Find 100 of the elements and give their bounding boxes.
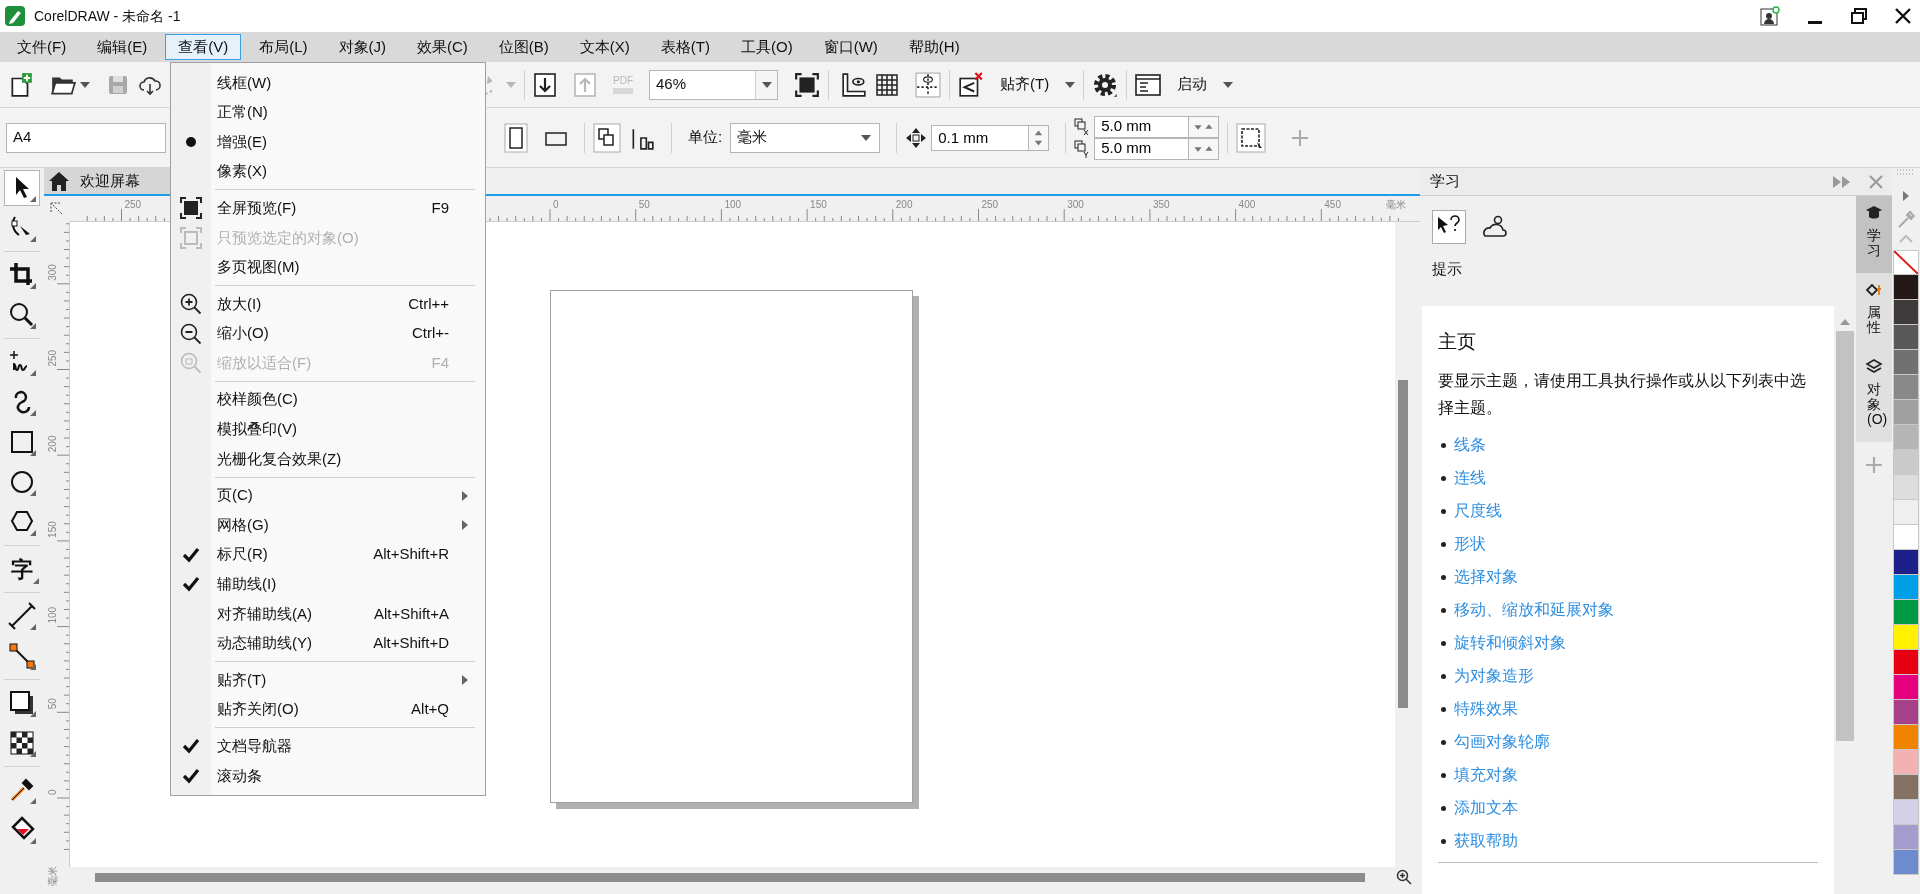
help-topic-link[interactable]: 填充对象: [1454, 763, 1518, 787]
menu-item[interactable]: 多页视图(M): [171, 252, 485, 283]
help-topic-link[interactable]: 添加文本: [1454, 796, 1518, 820]
grid-icon[interactable]: [875, 72, 899, 97]
color-swatch[interactable]: [1893, 775, 1919, 800]
rulers-icon[interactable]: [841, 71, 867, 98]
all-pages-icon[interactable]: [593, 122, 621, 153]
menu-item[interactable]: 滚动条: [171, 761, 485, 791]
color-swatch[interactable]: [1893, 650, 1919, 675]
color-swatch[interactable]: [1893, 500, 1919, 525]
help-topic-link[interactable]: 勾画对象轮廓: [1454, 730, 1550, 754]
color-swatch[interactable]: [1893, 725, 1919, 750]
user-account-icon[interactable]: [1760, 6, 1780, 26]
color-swatch[interactable]: [1893, 475, 1919, 500]
treat-as-filled-icon[interactable]: [1236, 122, 1267, 153]
connector-tool-icon[interactable]: [6, 640, 38, 672]
duplicate-x-field[interactable]: 5.0 mm: [1094, 115, 1190, 138]
help-topic-link[interactable]: 特殊效果: [1454, 697, 1518, 721]
color-swatch[interactable]: [1893, 525, 1919, 550]
menu-item[interactable]: 光栅化复合效果(Z): [171, 444, 485, 474]
menu-item[interactable]: 校样颜色(C): [171, 384, 485, 415]
color-swatch[interactable]: [1893, 825, 1919, 850]
menu-item[interactable]: 布局(L): [246, 34, 321, 60]
launch-dropdown[interactable]: 启动: [1135, 72, 1234, 97]
import-icon[interactable]: [533, 71, 557, 98]
palette-scroll-icon[interactable]: [1901, 190, 1911, 202]
help-topic-link[interactable]: 连线: [1454, 466, 1486, 490]
menu-item[interactable]: 贴齐(T): [171, 665, 485, 695]
spinner-icon[interactable]: [1029, 124, 1050, 151]
help-topic-link[interactable]: 获取帮助: [1454, 829, 1518, 853]
menu-item[interactable]: 正常(N): [171, 97, 485, 128]
help-topic-link[interactable]: 尺度线: [1454, 499, 1502, 523]
docker-tab[interactable]: 学习: [1856, 196, 1892, 273]
color-swatch[interactable]: [1893, 325, 1919, 350]
color-swatch[interactable]: [1893, 600, 1919, 625]
caret-icon[interactable]: [80, 81, 90, 88]
menu-item[interactable]: 文件(F): [4, 34, 80, 60]
menu-item[interactable]: 动态辅助线(Y) Alt+Shift+D: [171, 628, 485, 659]
close-icon[interactable]: [1894, 7, 1912, 25]
pointer-help-icon[interactable]: [1432, 210, 1466, 244]
menu-item[interactable]: 查看(V): [165, 34, 242, 60]
menu-item[interactable]: 像素(X): [171, 156, 485, 187]
spinner-icon[interactable]: [1189, 115, 1220, 138]
color-swatch[interactable]: [1893, 800, 1919, 825]
docker-tab[interactable]: 属性: [1856, 272, 1892, 350]
portrait-page-icon[interactable]: [504, 122, 528, 153]
color-swatch[interactable]: [1893, 300, 1919, 325]
menu-item[interactable]: 辅助线(I): [171, 569, 485, 600]
help-topic-link[interactable]: 选择对象: [1454, 565, 1518, 589]
color-swatch[interactable]: [1893, 400, 1919, 425]
color-swatch[interactable]: [1893, 625, 1919, 650]
menu-item[interactable]: 效果(C): [404, 34, 481, 60]
menu-item[interactable]: 工具(O): [728, 34, 806, 60]
snap-dropdown[interactable]: 贴齐(T): [1000, 73, 1076, 96]
menu-item[interactable]: 网格(G): [171, 510, 485, 540]
settings-icon[interactable]: [1092, 71, 1119, 98]
snap-off-icon[interactable]: [958, 71, 984, 98]
menu-item[interactable]: 全屏预览(F) F9: [171, 193, 485, 223]
page-size-dropdown[interactable]: A4: [6, 122, 166, 153]
help-topic-link[interactable]: 形状: [1454, 532, 1486, 556]
nudge-field[interactable]: 0.1 mm: [931, 124, 1030, 151]
restore-icon[interactable]: [1850, 7, 1868, 25]
new-document-icon[interactable]: [8, 71, 34, 98]
menu-item[interactable]: 线框(W): [171, 68, 485, 98]
duplicate-y-field[interactable]: 5.0 mm: [1094, 137, 1190, 160]
menu-item[interactable]: 页(C): [171, 480, 485, 511]
spinner-icon[interactable]: [1189, 137, 1220, 160]
full-screen-icon[interactable]: [794, 71, 820, 98]
menu-item[interactable]: 对齐辅助线(A) Alt+Shift+A: [171, 599, 485, 629]
menu-item[interactable]: 对象(J): [325, 34, 399, 60]
docker-tab[interactable]: 对象 (O): [1856, 349, 1892, 442]
menu-item[interactable]: 窗口(W): [810, 34, 891, 60]
document-tab[interactable]: 欢迎屏幕: [44, 168, 170, 194]
color-swatch[interactable]: [1893, 350, 1919, 375]
guidelines-icon[interactable]: [915, 71, 941, 98]
menu-item[interactable]: 增强(E): [171, 127, 485, 157]
color-swatch[interactable]: [1893, 675, 1919, 700]
menu-item[interactable]: 文本(X): [566, 34, 643, 60]
color-swatch[interactable]: [1893, 450, 1919, 475]
menu-item[interactable]: 帮助(H): [895, 34, 973, 60]
docker-scrollbar[interactable]: [1836, 331, 1854, 742]
help-topic-link[interactable]: 移动、缩放和延展对象: [1454, 598, 1614, 622]
color-swatch[interactable]: [1893, 275, 1919, 300]
menu-item[interactable]: 贴齐关闭(O) Alt+Q: [171, 694, 485, 725]
horizontal-scrollbar[interactable]: [95, 872, 1365, 882]
color-swatch[interactable]: [1893, 700, 1919, 725]
color-swatch[interactable]: [1893, 375, 1919, 400]
color-swatch[interactable]: [1893, 575, 1919, 600]
ruler-origin-icon[interactable]: [49, 201, 65, 217]
menu-item[interactable]: 放大(I) Ctrl++: [171, 289, 485, 319]
zoom-level-dropdown[interactable]: 46%: [649, 69, 778, 100]
menu-item[interactable]: 标尺(R) Alt+Shift+R: [171, 539, 485, 570]
menu-item[interactable]: 文档导航器: [171, 731, 485, 762]
help-topic-link[interactable]: 为对象造形: [1454, 664, 1534, 688]
color-swatch[interactable]: [1893, 425, 1919, 450]
text-tool-glyph[interactable]: 字: [7, 554, 37, 584]
person-cloud-icon[interactable]: [1482, 215, 1508, 239]
menu-item[interactable]: 缩小(O) Ctrl+-: [171, 318, 485, 349]
color-swatch[interactable]: [1893, 850, 1919, 875]
menu-item[interactable]: 表格(T): [647, 34, 723, 60]
